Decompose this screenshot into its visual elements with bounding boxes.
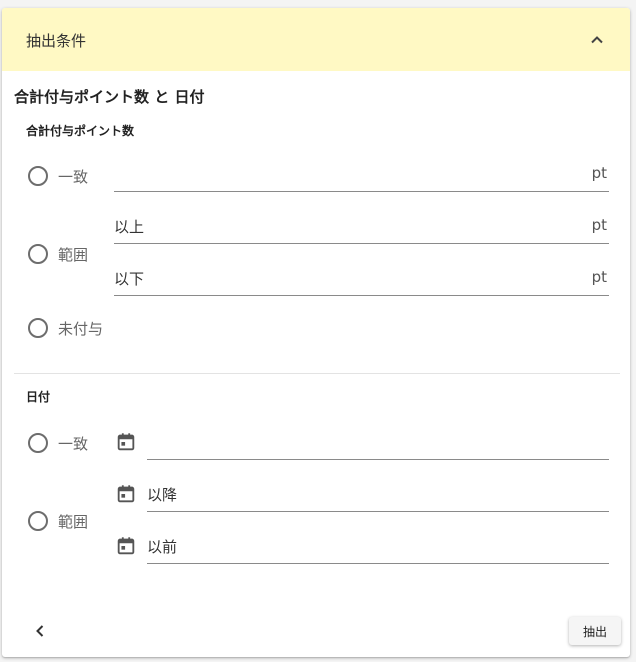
section-title: 合計付与ポイント数 と 日付 xyxy=(14,88,205,106)
calendar-icon[interactable] xyxy=(115,431,137,453)
points-none-label: 未付与 xyxy=(58,320,104,338)
points-unit: pt xyxy=(591,268,607,286)
points-exact-radio[interactable] xyxy=(28,166,48,186)
section-divider xyxy=(14,373,620,374)
chevron-left-icon[interactable] xyxy=(28,619,52,643)
date-subtitle: 日付 xyxy=(26,390,51,404)
calendar-icon[interactable] xyxy=(115,535,137,557)
points-max-input[interactable]: 以下 pt xyxy=(114,260,609,296)
points-min-placeholder: 以上 xyxy=(114,218,145,236)
points-none-radio[interactable] xyxy=(28,318,48,338)
date-exact-radio[interactable] xyxy=(28,433,48,453)
date-to-input[interactable]: 以前 xyxy=(147,528,609,564)
points-unit: pt xyxy=(591,164,607,182)
date-from-input[interactable]: 以降 xyxy=(147,476,609,512)
calendar-icon[interactable] xyxy=(115,483,137,505)
points-exact-label: 一致 xyxy=(58,168,89,186)
points-range-label: 範囲 xyxy=(58,246,89,264)
date-range-radio[interactable] xyxy=(28,511,48,531)
points-min-input[interactable]: 以上 pt xyxy=(114,208,609,244)
points-range-radio[interactable] xyxy=(28,244,48,264)
chevron-up-icon[interactable] xyxy=(585,28,609,52)
date-exact-label: 一致 xyxy=(58,435,89,453)
panel-header[interactable]: 抽出条件 xyxy=(2,8,630,71)
filter-panel: 抽出条件 合計付与ポイント数 と 日付 合計付与ポイント数 一致 pt 範囲 以… xyxy=(2,8,630,657)
date-to-placeholder: 以前 xyxy=(147,538,178,556)
date-range-label: 範囲 xyxy=(58,513,89,531)
extract-button[interactable]: 抽出 xyxy=(569,617,621,645)
points-max-placeholder: 以下 xyxy=(114,270,145,288)
panel-title: 抽出条件 xyxy=(26,32,87,50)
points-subtitle: 合計付与ポイント数 xyxy=(26,124,135,138)
date-exact-input[interactable] xyxy=(147,424,609,460)
date-from-placeholder: 以降 xyxy=(147,486,178,504)
points-exact-input[interactable]: pt xyxy=(114,156,609,192)
points-unit: pt xyxy=(591,216,607,234)
